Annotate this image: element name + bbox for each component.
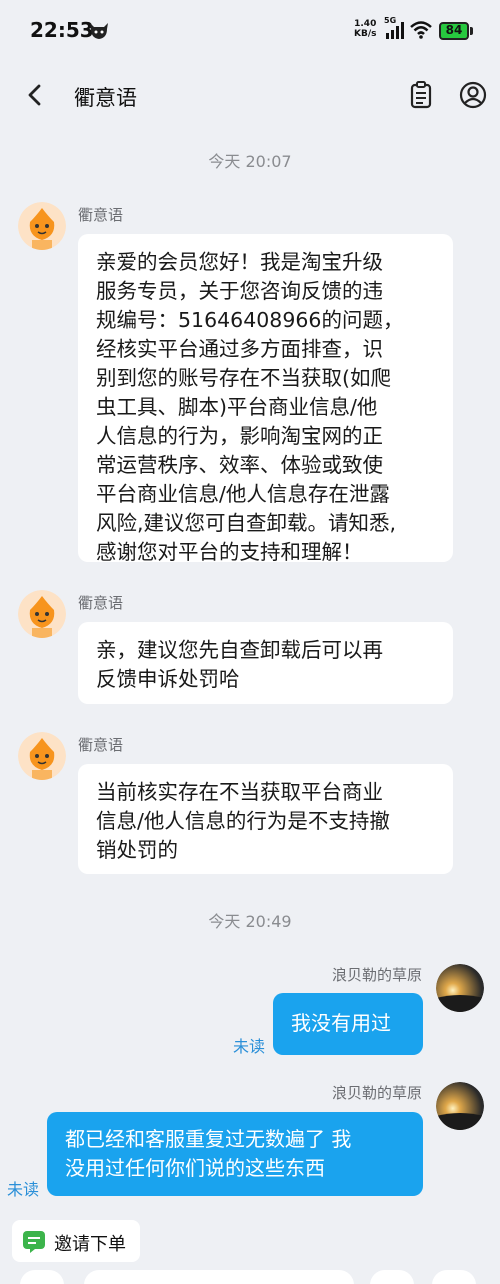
battery-icon: 84 — [439, 22, 469, 40]
message-bubble-outgoing[interactable]: 都已经和客服重复过无数遍了 我 没用过任何你们说的这些东西 — [47, 1112, 423, 1196]
message-bubble-outgoing[interactable]: 我没有用过 — [273, 993, 423, 1055]
timestamp: 今天 20:49 — [208, 912, 292, 931]
message-line: 服务专员，关于您咨询反馈的违 — [96, 279, 383, 303]
message-line: 都已经和客服重复过无数遍了 我 — [65, 1127, 352, 1151]
invite-order-button[interactable]: 邀请下单 — [12, 1220, 140, 1262]
emoji-button[interactable] — [370, 1270, 414, 1284]
message-line: 亲爱的会员您好！我是淘宝升级 — [96, 250, 383, 274]
message-line: 常运营秩序、效率、体验或致使 — [96, 453, 383, 477]
message-line: 感谢您对平台的支持和理解！ — [96, 540, 363, 564]
message-text: 我没有用过 — [291, 1011, 391, 1035]
seller-avatar[interactable] — [18, 590, 66, 638]
unread-status: 未读 — [233, 1037, 266, 1056]
unread-status: 未读 — [7, 1180, 40, 1199]
sender-name: 衢意语 — [78, 594, 124, 612]
sender-name: 衢意语 — [78, 206, 124, 224]
invite-order-label: 邀请下单 — [54, 1234, 126, 1255]
more-button[interactable] — [432, 1270, 476, 1284]
user-avatar[interactable] — [436, 964, 484, 1012]
sender-name: 浪贝勒的草原 — [331, 966, 422, 984]
voice-button[interactable] — [20, 1270, 64, 1284]
message-bubble[interactable]: 亲，建议您先自查卸载后可以再 反馈申诉处罚哈 — [78, 622, 453, 704]
wifi-icon — [410, 21, 432, 39]
sender-name: 衢意语 — [78, 736, 124, 754]
status-bar: 22:53 1.40 KB/s 5G 84 — [0, 0, 500, 64]
battery-level: 84 — [445, 23, 463, 37]
order-list-icon[interactable] — [408, 80, 434, 110]
chat-header: 衢意语 — [0, 64, 500, 126]
message-line: 亲，建议您先自查卸载后可以再 — [96, 638, 383, 662]
sender-name: 浪贝勒的草原 — [331, 1084, 422, 1102]
message-bubble[interactable]: 当前核实存在不当获取平台商业 信息/他人信息的行为是不支持撤 销处罚的 — [78, 764, 453, 874]
battery-tip — [470, 27, 473, 35]
message-line: 信息/他人信息的行为是不支持撤 — [96, 809, 390, 833]
status-time: 22:53 — [30, 18, 94, 42]
timestamp: 今天 20:07 — [208, 152, 292, 171]
message-line: 风险,建议您可自查卸载。请知悉, — [96, 511, 397, 535]
message-line: 规编号：51646408966的问题， — [96, 308, 404, 332]
message-line: 反馈申诉处罚哈 — [96, 667, 240, 691]
seller-avatar[interactable] — [18, 202, 66, 250]
user-icon[interactable] — [458, 80, 488, 110]
bull-app-icon — [90, 23, 108, 39]
message-line: 没用过任何你们说的这些东西 — [65, 1156, 325, 1180]
message-input[interactable] — [84, 1270, 354, 1284]
message-bubble[interactable]: 亲爱的会员您好！我是淘宝升级 服务专员，关于您咨询反馈的违 规编号：516464… — [78, 234, 453, 564]
back-icon[interactable] — [22, 80, 48, 110]
user-avatar[interactable] — [436, 1082, 484, 1130]
message-line: 当前核实存在不当获取平台商业 — [96, 780, 383, 804]
network-speed-unit: KB/s — [354, 29, 377, 39]
chat-title: 衢意语 — [74, 86, 137, 110]
message-line: 虫工具、脚本)平台商业信息/他 — [96, 395, 378, 419]
message-line: 经核实平台通过多方面排查，识 — [96, 337, 383, 361]
message-line: 别到您的账号存在不当获取(如爬 — [96, 366, 391, 390]
message-line: 平台商业信息/他人信息存在泄露 — [96, 482, 390, 506]
message-line: 销处罚的 — [96, 838, 178, 862]
network-speed-value: 1.40 — [354, 19, 377, 29]
message-line: 人信息的行为，影响淘宝网的正 — [96, 424, 383, 448]
seller-avatar[interactable] — [18, 732, 66, 780]
network-speed: 1.40 KB/s — [354, 19, 376, 39]
signal-icon — [386, 22, 404, 39]
invite-order-icon — [23, 1231, 45, 1253]
